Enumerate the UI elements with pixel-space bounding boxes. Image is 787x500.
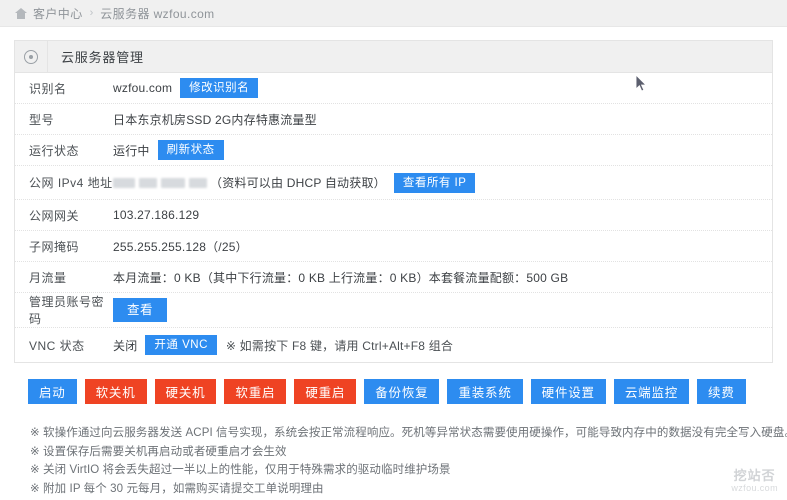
reinstall-system-button[interactable]: 重装系统 (447, 379, 522, 404)
note-line: ※ 关闭 VirtIO 将会丢失超过一半以上的性能，仅用于特殊需求的驱动临时维护… (30, 461, 773, 480)
table-row: 公网 IPv4 地址 （资料可以由 DHCP 自动获取） 查看所有 IP (15, 166, 772, 200)
table-row: 管理员账号密码 查看 (15, 293, 772, 328)
note-line: ※ 设置保存后需要关机再启动或者硬重启才会生效 (30, 443, 773, 462)
table-row: 型号 日本东京机房SSD 2G内存特惠流量型 (15, 104, 772, 135)
vnc-status-value: 关闭 (113, 337, 137, 354)
table-row: 识别名 wzfou.com 修改识别名 (15, 73, 772, 104)
page-body: 云服务器管理 识别名 wzfou.com 修改识别名 型号 日本东京机房SSD … (0, 27, 787, 500)
vnc-hint-note: ※ 如需按下 F8 键，请用 Ctrl+Alt+F8 组合 (226, 337, 453, 354)
breadcrumb-item-customer-center[interactable]: 客户中心 (33, 5, 83, 22)
row-value-monthly-traffic: 本月流量：0 KB（其中下行流量：0 KB 上行流量：0 KB）本套餐流量配额：… (113, 269, 772, 286)
redacted-ip-address (113, 178, 207, 188)
gateway-value: 103.27.186.129 (113, 208, 199, 222)
table-row: 公网网关 103.27.186.129 (15, 200, 772, 231)
server-action-bar: 启动 软关机 硬关机 软重启 硬重启 备份恢复 重装系统 硬件设置 云端监控 续… (14, 363, 773, 404)
view-all-ip-button[interactable]: 查看所有 IP (394, 173, 476, 193)
view-password-button[interactable]: 查看 (113, 298, 167, 322)
row-label-status: 运行状态 (29, 142, 113, 159)
row-label-subnet-mask: 子网掩码 (29, 238, 113, 255)
note-line: ※ 软操作通过向云服务器发送 ACPI 信号实现，系统会按正常流程响应。死机等异… (30, 424, 773, 443)
renew-button[interactable]: 续费 (697, 379, 746, 404)
soft-shutdown-button[interactable]: 软关机 (85, 379, 147, 404)
row-value-vnc-status: 关闭 开通 VNC ※ 如需按下 F8 键，请用 Ctrl+Alt+F8 组合 (113, 335, 772, 355)
row-value-public-ipv4: （资料可以由 DHCP 自动获取） 查看所有 IP (113, 173, 772, 193)
row-label-admin-password: 管理员账号密码 (29, 293, 113, 327)
refresh-status-button[interactable]: 刷新状态 (158, 140, 224, 160)
row-value-identifier: wzfou.com 修改识别名 (113, 78, 772, 98)
cloud-server-panel: 云服务器管理 识别名 wzfou.com 修改识别名 型号 日本东京机房SSD … (14, 40, 773, 363)
page-title: 云服务器管理 (61, 47, 144, 66)
breadcrumb-separator-icon: › (90, 7, 94, 19)
identifier-value: wzfou.com (113, 81, 172, 95)
breadcrumb-current: 云服务器 wzfou.com (100, 5, 214, 22)
start-button[interactable]: 启动 (28, 379, 77, 404)
row-value-status: 运行中 刷新状态 (113, 140, 772, 160)
dhcp-note: （资料可以由 DHCP 自动获取） (210, 174, 386, 191)
panel-header-divider (47, 41, 48, 72)
row-label-public-ipv4: 公网 IPv4 地址 (29, 174, 113, 191)
row-label-monthly-traffic: 月流量 (29, 269, 113, 286)
panel-header: 云服务器管理 (15, 41, 772, 73)
soft-reboot-button[interactable]: 软重启 (224, 379, 286, 404)
backup-restore-button[interactable]: 备份恢复 (364, 379, 439, 404)
hard-reboot-button[interactable]: 硬重启 (294, 379, 356, 404)
row-value-model: 日本东京机房SSD 2G内存特惠流量型 (113, 111, 772, 128)
row-value-subnet-mask: 255.255.255.128（/25） (113, 238, 772, 255)
table-row: 运行状态 运行中 刷新状态 (15, 135, 772, 166)
row-value-gateway: 103.27.186.129 (113, 208, 772, 222)
model-value: 日本东京机房SSD 2G内存特惠流量型 (113, 111, 317, 128)
status-badge: 运行中 (113, 142, 150, 159)
hard-shutdown-button[interactable]: 硬关机 (155, 379, 217, 404)
row-value-admin-password: 查看 (113, 298, 772, 322)
home-icon (15, 8, 27, 19)
cloud-monitor-button[interactable]: 云端监控 (614, 379, 689, 404)
server-info-rows: 识别名 wzfou.com 修改识别名 型号 日本东京机房SSD 2G内存特惠流… (15, 73, 772, 362)
table-row: VNC 状态 关闭 开通 VNC ※ 如需按下 F8 键，请用 Ctrl+Alt… (15, 328, 772, 362)
table-row: 月流量 本月流量：0 KB（其中下行流量：0 KB 上行流量：0 KB）本套餐流… (15, 262, 772, 293)
row-label-identifier: 识别名 (29, 80, 113, 97)
row-label-gateway: 公网网关 (29, 207, 113, 224)
table-row: 子网掩码 255.255.255.128（/25） (15, 231, 772, 262)
note-line: ※ 附加 IP 每个 30 元每月，如需购买请提交工单说明理由 (30, 480, 773, 499)
breadcrumb: 客户中心 › 云服务器 wzfou.com (0, 0, 787, 27)
row-label-vnc-status: VNC 状态 (29, 337, 113, 354)
circle-dot-icon (24, 50, 38, 64)
edit-identifier-button[interactable]: 修改识别名 (180, 78, 258, 98)
subnet-mask-value: 255.255.255.128（/25） (113, 238, 248, 255)
row-label-model: 型号 (29, 111, 113, 128)
hardware-settings-button[interactable]: 硬件设置 (531, 379, 606, 404)
monthly-traffic-value: 本月流量：0 KB（其中下行流量：0 KB 上行流量：0 KB）本套餐流量配额：… (113, 269, 568, 286)
enable-vnc-button[interactable]: 开通 VNC (145, 335, 216, 355)
footer-notes: ※ 软操作通过向云服务器发送 ACPI 信号实现，系统会按正常流程响应。死机等异… (14, 404, 773, 498)
